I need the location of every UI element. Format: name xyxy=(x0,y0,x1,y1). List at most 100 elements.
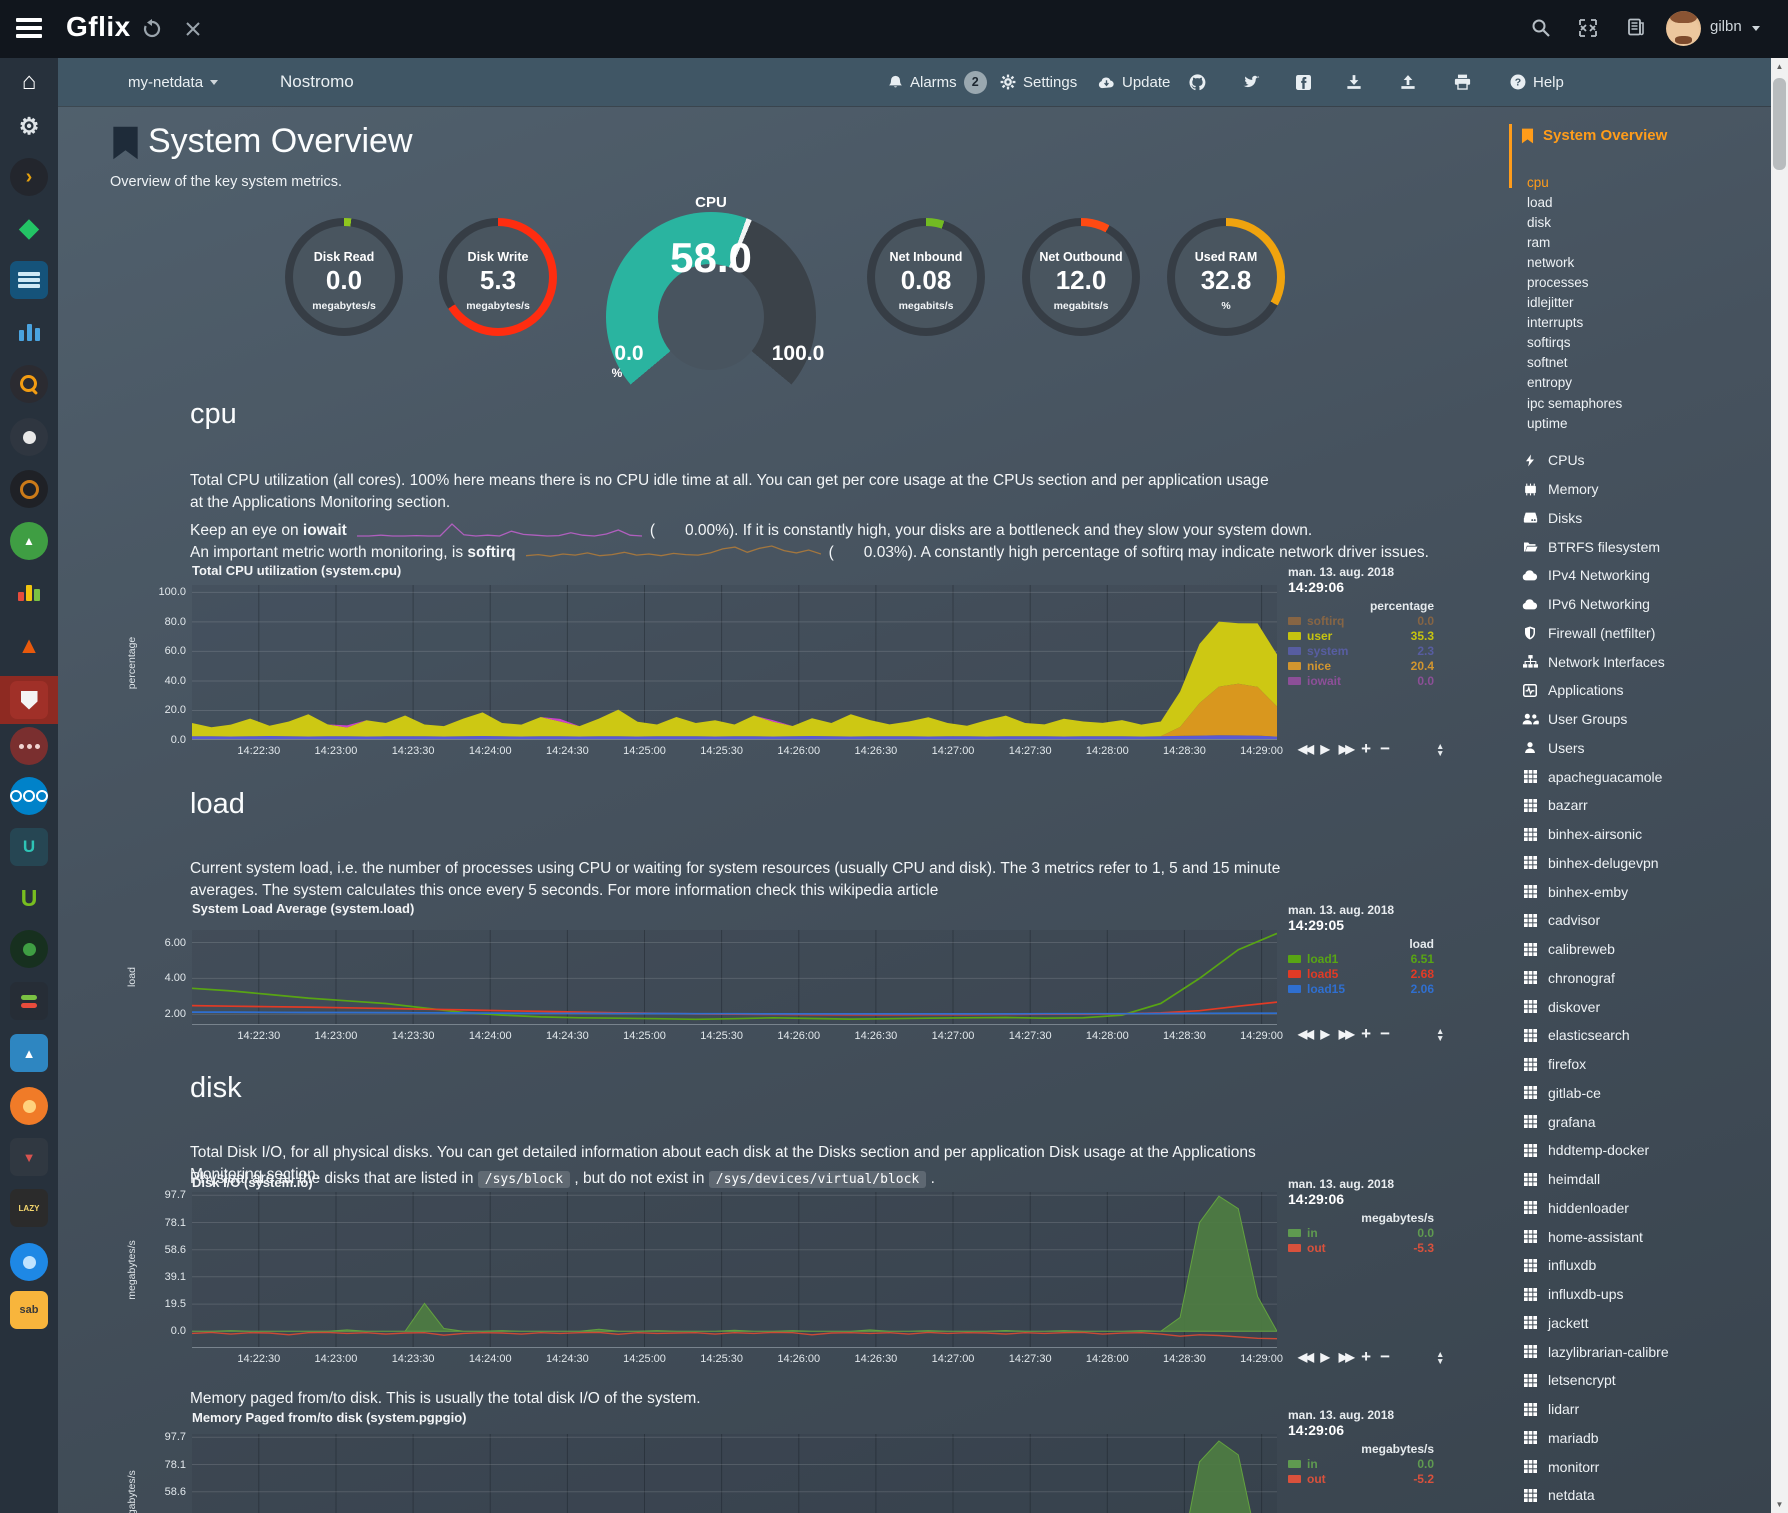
legend-entry-in[interactable]: in0.0 xyxy=(1288,1456,1434,1471)
rail-app-jackett-icon[interactable] xyxy=(10,365,48,403)
menu-app-binhex-airsonic[interactable]: binhex-airsonic xyxy=(1521,820,1669,849)
menu-item-softirqs[interactable]: softirqs xyxy=(1527,333,1622,353)
menu-app-home-assistant[interactable]: home-assistant xyxy=(1521,1222,1669,1251)
menu-section-memory[interactable]: Memory xyxy=(1521,475,1669,504)
chart-play-button[interactable]: ▶ xyxy=(1320,742,1329,756)
menu-app-apacheguacamole[interactable]: apacheguacamole xyxy=(1521,762,1669,791)
rail-app-sabnzbd-icon[interactable]: sab xyxy=(10,1291,48,1329)
rail-app-dark-icon[interactable] xyxy=(10,930,48,968)
menu-item-network[interactable]: network xyxy=(1527,252,1622,272)
rail-app-bolt-icon[interactable]: ▲ xyxy=(10,522,48,560)
menu-item-idlejitter[interactable]: idlejitter xyxy=(1527,293,1622,313)
chart-zoom-in-button[interactable]: + xyxy=(1361,743,1371,755)
chart-pan-forward-button[interactable]: ▶▶ xyxy=(1339,742,1352,756)
news-icon[interactable] xyxy=(1626,17,1646,37)
alarms-button[interactable]: Alarms 2 xyxy=(888,58,987,106)
menu-app-binhex-emby[interactable]: binhex-emby xyxy=(1521,877,1669,906)
rail-app-stack-icon[interactable] xyxy=(10,261,48,299)
menu-app-influxdb[interactable]: influxdb xyxy=(1521,1251,1669,1280)
settings-button[interactable]: Settings xyxy=(1000,58,1077,106)
chart-resize-handle-disk[interactable]: ▲▼ xyxy=(1436,1351,1444,1365)
chart-plot-mem[interactable] xyxy=(192,1434,1277,1513)
rail-app-grafana-icon[interactable] xyxy=(10,574,48,612)
chart-play-button[interactable]: ▶ xyxy=(1320,1027,1329,1041)
legend-entry-load5[interactable]: load52.68 xyxy=(1288,966,1434,981)
menu-app-firefox[interactable]: firefox xyxy=(1521,1050,1669,1079)
menu-app-cadvisor[interactable]: cadvisor xyxy=(1521,906,1669,935)
export-button[interactable] xyxy=(1400,58,1416,106)
username[interactable]: gilbn xyxy=(1710,18,1742,35)
menu-app-gitlab-ce[interactable]: gitlab-ce xyxy=(1521,1079,1669,1108)
legend-entry-iowait[interactable]: iowait0.0 xyxy=(1288,674,1434,689)
menu-app-lazylibrarian-calibre[interactable]: lazylibrarian-calibre xyxy=(1521,1337,1669,1366)
menu-section-cpus[interactable]: CPUs xyxy=(1521,446,1669,475)
menu-section-users[interactable]: Users xyxy=(1521,734,1669,763)
menu-item-processes[interactable]: processes xyxy=(1527,272,1622,292)
gauge-disk-read[interactable]: Disk Read0.0megabytes/s xyxy=(269,212,419,347)
menu-item-softnet[interactable]: softnet xyxy=(1527,353,1622,373)
menu-app-hiddenloader[interactable]: hiddenloader xyxy=(1521,1194,1669,1223)
chart-zoom-out-button[interactable]: − xyxy=(1380,1351,1390,1363)
rail-app-firefox-icon[interactable] xyxy=(10,1087,48,1125)
help-button[interactable]: ? Help xyxy=(1510,58,1564,106)
chart-zoom-out-button[interactable]: − xyxy=(1380,743,1390,755)
menu-section-user-groups[interactable]: User Groups xyxy=(1521,705,1669,734)
menu-item-load[interactable]: load xyxy=(1527,192,1622,212)
legend-entry-user[interactable]: user35.3 xyxy=(1288,628,1434,643)
chart-pan-forward-button[interactable]: ▶▶ xyxy=(1339,1027,1352,1041)
user-caret-down-icon[interactable] xyxy=(1752,26,1760,31)
menu-section-btrfs-filesystem[interactable]: BTRFS filesystem xyxy=(1521,532,1669,561)
machines-dropdown[interactable]: my-netdata xyxy=(128,58,218,106)
menu-section-firewall-netfilter-[interactable]: Firewall (netfilter) xyxy=(1521,619,1669,648)
rail-app-dots-icon[interactable] xyxy=(10,727,48,765)
chart-plot-disk[interactable] xyxy=(192,1192,1277,1348)
menu-app-grafana[interactable]: grafana xyxy=(1521,1107,1669,1136)
menu-app-mariadb[interactable]: mariadb xyxy=(1521,1424,1669,1453)
chart-zoom-out-button[interactable]: − xyxy=(1380,1028,1390,1040)
legend-entry-softirq[interactable]: softirq0.0 xyxy=(1288,613,1434,628)
rail-settings-icon[interactable]: ⚙ xyxy=(10,107,48,145)
rail-app-tile-icon[interactable]: ▲ xyxy=(10,1034,48,1072)
legend-entry-out[interactable]: out-5.3 xyxy=(1288,1240,1434,1255)
hamburger-menu-icon[interactable] xyxy=(16,18,42,38)
scrollbar-thumb[interactable] xyxy=(1773,78,1786,170)
rail-app-pills-icon[interactable] xyxy=(10,982,48,1020)
menu-app-binhex-delugevpn[interactable]: binhex-delugevpn xyxy=(1521,849,1669,878)
menu-app-chronograf[interactable]: chronograf xyxy=(1521,964,1669,993)
menu-section-ipv6-networking[interactable]: IPv6 Networking xyxy=(1521,590,1669,619)
menu-item-interrupts[interactable]: interrupts xyxy=(1527,313,1622,333)
user-avatar[interactable] xyxy=(1666,11,1701,46)
menu-item-entropy[interactable]: entropy xyxy=(1527,373,1622,393)
menu-app-bazarr[interactable]: bazarr xyxy=(1521,791,1669,820)
rail-app-netdata-icon[interactable] xyxy=(10,681,48,719)
chart-pan-backward-button[interactable]: ◀◀ xyxy=(1298,1350,1311,1364)
gauge-net-inbound[interactable]: Net Inbound0.08megabits/s xyxy=(851,212,1001,347)
scrollbar-down-icon[interactable]: ▼ xyxy=(1771,1500,1788,1509)
menu-section-applications[interactable]: Applications xyxy=(1521,676,1669,705)
scrollbar-up-icon[interactable]: ▲ xyxy=(1771,62,1788,71)
menu-title[interactable]: System Overview xyxy=(1521,127,1667,144)
menu-section-ipv4-networking[interactable]: IPv4 Networking xyxy=(1521,561,1669,590)
menu-item-disk[interactable]: disk xyxy=(1527,212,1622,232)
menu-section-disks[interactable]: Disks xyxy=(1521,504,1669,533)
page-scrollbar[interactable]: ▲ ▼ xyxy=(1771,58,1788,1513)
rail-app-emby-icon[interactable] xyxy=(10,418,48,456)
legend-entry-out[interactable]: out-5.2 xyxy=(1288,1471,1434,1486)
menu-section-network-interfaces[interactable]: Network Interfaces xyxy=(1521,647,1669,676)
rail-app-deluge-icon[interactable]: ◆ xyxy=(10,209,48,247)
facebook-link[interactable] xyxy=(1296,58,1311,106)
twitter-link[interactable] xyxy=(1243,58,1260,106)
chart-pan-backward-button[interactable]: ◀◀ xyxy=(1298,742,1311,756)
chart-plot-cpu[interactable] xyxy=(192,585,1277,740)
rail-app-drop-icon[interactable] xyxy=(10,1243,48,1281)
gauge-used-ram[interactable]: Used RAM32.8% xyxy=(1151,212,1301,347)
rail-app-flame-icon[interactable]: ▲ xyxy=(10,626,48,664)
menu-app-heimdall[interactable]: heimdall xyxy=(1521,1165,1669,1194)
cpu-gauge[interactable]: CPU 58.0 0.0 100.0 % xyxy=(601,194,821,394)
menu-app-netdata[interactable]: netdata xyxy=(1521,1481,1669,1510)
rail-app-lazylibrarian-icon[interactable]: LAZY xyxy=(10,1189,48,1227)
menu-app-calibreweb[interactable]: calibreweb xyxy=(1521,935,1669,964)
print-button[interactable] xyxy=(1454,58,1471,106)
refresh-icon[interactable] xyxy=(142,19,162,39)
update-button[interactable]: Update xyxy=(1098,58,1170,106)
